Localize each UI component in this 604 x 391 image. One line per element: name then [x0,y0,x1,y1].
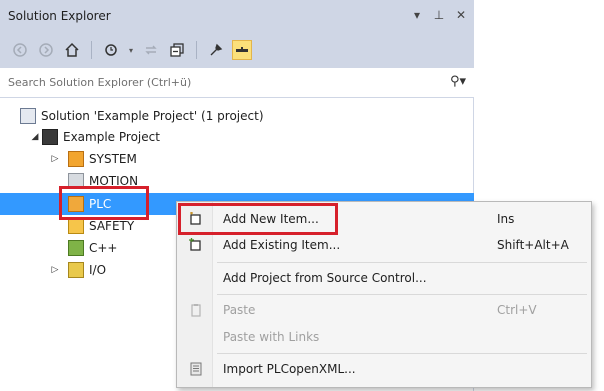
collapse-all-icon[interactable] [167,40,187,60]
search-icon[interactable]: ⚲▾ [450,74,466,89]
pin-icon[interactable]: ⊥ [432,8,446,22]
menu-separator [217,353,587,354]
safety-icon [68,218,84,234]
forward-icon[interactable] [36,40,56,60]
menu-item-import-plcopenxml[interactable]: Import PLCopenXML... [177,356,591,382]
search-input[interactable] [8,76,408,89]
collapsed-arrow-icon[interactable]: ▷ [48,265,62,275]
io-icon [68,262,84,278]
panel-titlebar: Solution Explorer ▾ ⊥ ✕ [0,0,474,32]
dropdown-icon[interactable]: ▾ [410,8,424,22]
tree-node-label: C++ [89,241,118,255]
menu-item-label: Paste [223,303,256,317]
close-icon[interactable]: ✕ [454,8,468,22]
menu-separator [217,294,587,295]
plc-highlight-box [59,186,149,220]
home-icon[interactable] [62,40,82,60]
tree-node-label: Solution 'Example Project' (1 project) [41,109,264,123]
properties-icon[interactable] [206,40,226,60]
paste-icon [189,303,203,317]
chevron-down-icon[interactable]: ▾ [127,40,135,60]
tree-node-label: Example Project [63,130,160,144]
menu-item-add-from-source-control[interactable]: Add Project from Source Control... [177,265,591,291]
menu-separator [217,262,587,263]
menu-item-shortcut: Ins [497,212,515,226]
solution-icon [20,108,36,124]
toolbar-separator [91,41,92,59]
tree-node-label: SYSTEM [89,152,137,166]
project-icon [42,129,58,145]
tree-node-cpp[interactable]: C++ [68,237,118,259]
add-existing-item-icon [189,238,203,252]
system-icon [68,151,84,167]
panel-controls: ▾ ⊥ ✕ [410,8,468,22]
menu-item-paste[interactable]: Paste Ctrl+V [177,297,591,323]
menu-item-shortcut: Shift+Alt+A [497,238,569,252]
tree-node-label: I/O [89,263,107,277]
panel-toolbar: ▾ [0,32,474,68]
collapsed-arrow-icon[interactable]: ▷ [48,154,62,164]
tree-node-system[interactable]: ▷ SYSTEM [48,148,137,170]
menu-item-shortcut: Ctrl+V [497,303,537,317]
pending-changes-icon[interactable] [101,40,121,60]
add-new-item-highlight-box [178,203,338,235]
panel-title: Solution Explorer [8,9,111,23]
menu-item-add-existing-item[interactable]: Add Existing Item... Shift+Alt+A [177,232,591,258]
tree-node-io[interactable]: ▷ I/O [48,259,106,281]
tree-node-solution[interactable]: Solution 'Example Project' (1 project) [20,105,264,127]
toolbar-separator [196,41,197,59]
import-xml-icon [189,362,203,376]
expand-arrow-icon[interactable]: ◢ [28,132,42,142]
menu-item-paste-with-links[interactable]: Paste with Links [177,324,591,350]
search-bar: ⚲▾ [0,68,474,98]
back-icon[interactable] [10,40,30,60]
tree-node-project[interactable]: ◢ Example Project [28,126,160,148]
tree-node-label: SAFETY [89,219,135,233]
menu-item-label: Add Existing Item... [223,238,341,252]
sync-icon[interactable] [141,40,161,60]
menu-item-label: Import PLCopenXML... [223,362,356,376]
cpp-icon [68,240,84,256]
preview-icon[interactable] [232,40,252,60]
menu-item-label: Add Project from Source Control... [223,271,427,285]
menu-item-label: Paste with Links [223,330,320,344]
